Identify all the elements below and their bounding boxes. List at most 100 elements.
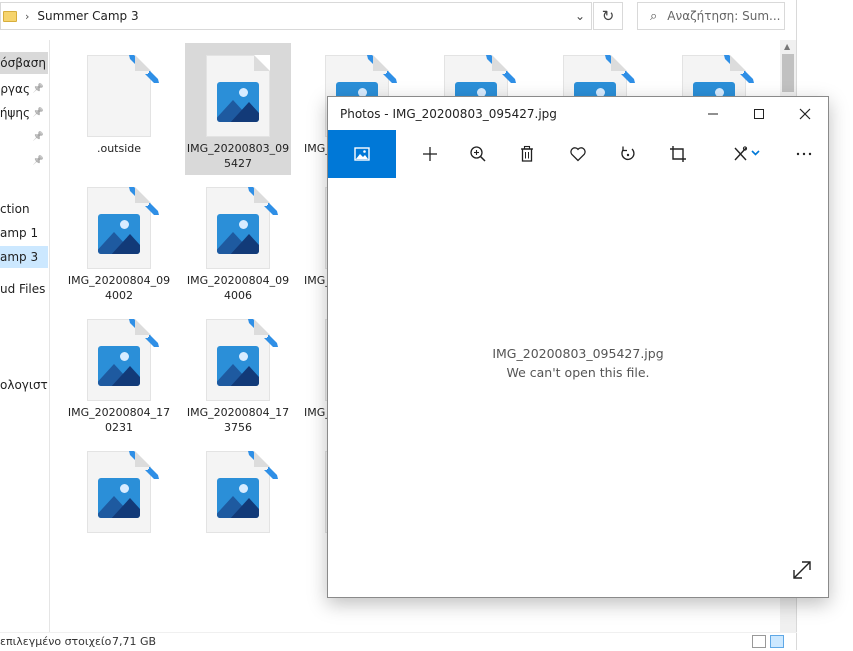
file-name: IMG_20200804_170231: [67, 406, 171, 434]
pin-icon: 📌: [32, 132, 44, 142]
file-item[interactable]: IMG_20200804_094002: [66, 175, 172, 307]
maximize-button[interactable]: [736, 97, 782, 130]
details-view-icon[interactable]: [752, 635, 766, 648]
sync-arrows-icon: [484, 52, 518, 86]
sync-arrows-icon: [127, 52, 161, 86]
navigation-pane: όσβασηεργας📌ήψης📌📌📌ctionamp 1amp 3ud Fil…: [0, 40, 50, 632]
nav-item-label: εργας: [0, 82, 30, 96]
window-title: Photos - IMG_20200803_095427.jpg: [340, 107, 557, 121]
document-icon: [87, 55, 159, 137]
nav-item[interactable]: 📌: [0, 150, 48, 172]
file-item[interactable]: .outside: [66, 43, 172, 175]
photo-glyph: [217, 478, 259, 518]
nav-item[interactable]: 📌: [0, 126, 48, 148]
large-icons-view-icon[interactable]: [770, 635, 784, 648]
sync-arrows-icon: [246, 448, 280, 482]
image-file-icon: [87, 319, 159, 401]
search-placeholder: Αναζήτηση: Sum...: [667, 9, 781, 23]
edit-draw-icon: [734, 146, 760, 161]
breadcrumb-summer-camp-3[interactable]: Summer Camp 3: [37, 9, 138, 23]
more-icon: [796, 152, 812, 156]
file-name: .outside: [96, 142, 142, 155]
photo-viewer-area: IMG_20200803_095427.jpg We can't open th…: [328, 178, 828, 597]
nav-item[interactable]: ήψης 📌: [0, 102, 48, 124]
file-item[interactable]: [66, 439, 172, 571]
search-icon: ⌕: [650, 8, 658, 24]
sync-arrows-icon: [722, 52, 756, 86]
image-icon: [354, 147, 370, 161]
nav-item[interactable]: amp 1: [0, 222, 48, 244]
file-item[interactable]: IMG_20200804_173756: [185, 307, 291, 439]
status-selected-text: επιλεγμένο στοιχείο: [0, 635, 112, 648]
address-bar[interactable]: › Summer Camp 3 ⌄: [0, 2, 592, 30]
file-name: IMG_20200804_094006: [186, 274, 290, 302]
edit-draw-button[interactable]: [724, 130, 770, 178]
favorite-button[interactable]: [556, 130, 600, 178]
nav-item-label: ολογιστή: [0, 378, 48, 392]
folder-icon: [3, 10, 17, 22]
crop-icon: [670, 146, 686, 162]
image-file-icon: [87, 187, 159, 269]
rotate-button[interactable]: [606, 130, 650, 178]
pin-icon: 📌: [32, 108, 44, 118]
image-file-icon: [206, 55, 270, 137]
status-bar: επιλεγμένο στοιχείο 7,71 GB: [0, 632, 797, 650]
image-file-icon: [206, 187, 278, 269]
chevron-right-icon: ›: [25, 9, 30, 23]
nav-item-label: όσβαση: [0, 56, 46, 70]
file-name: IMG_20200803_095427: [186, 142, 290, 170]
sync-arrows-icon: [603, 52, 637, 86]
file-name: IMG_20200804_094002: [67, 274, 171, 302]
close-icon: [799, 108, 811, 119]
image-file-icon: [206, 451, 278, 533]
nav-item[interactable]: amp 3: [0, 246, 48, 268]
view-switcher: [752, 635, 784, 648]
status-size-text: 7,71 GB: [112, 635, 157, 648]
add-to-button[interactable]: [408, 130, 452, 178]
photos-title-bar[interactable]: Photos - IMG_20200803_095427.jpg: [328, 97, 828, 130]
photo-glyph: [217, 346, 259, 386]
nav-item[interactable]: ολογιστή: [0, 374, 48, 396]
nav-item[interactable]: ction: [0, 198, 48, 220]
photo-glyph: [98, 346, 140, 386]
zoom-in-icon: [470, 146, 486, 162]
trash-icon: [521, 145, 533, 162]
expand-icon: [793, 561, 811, 579]
photo-glyph: [217, 82, 259, 122]
rotate-icon: [621, 146, 635, 161]
delete-button[interactable]: [505, 130, 549, 178]
view-image-button[interactable]: [328, 130, 396, 178]
nav-item[interactable]: όσβαση: [0, 52, 48, 74]
nav-item[interactable]: ud Files: [0, 278, 48, 300]
crop-button[interactable]: [656, 130, 700, 178]
file-item[interactable]: IMG_20200803_095427: [185, 43, 291, 175]
nav-item-label: amp 1: [0, 226, 39, 240]
scrollbar-thumb[interactable]: [782, 54, 794, 92]
nav-item[interactable]: εργας📌: [0, 78, 48, 100]
minimize-button[interactable]: [690, 97, 736, 130]
close-button[interactable]: [782, 97, 828, 130]
sync-arrows-icon: [127, 184, 161, 218]
more-options-button[interactable]: [782, 130, 826, 178]
chevron-down-icon[interactable]: ⌄: [575, 9, 585, 23]
search-input[interactable]: ⌕ Αναζήτηση: Sum...: [637, 2, 785, 30]
scroll-up-arrow-icon[interactable]: ▲: [784, 42, 790, 51]
fullscreen-button[interactable]: [790, 558, 814, 582]
plus-icon: [423, 147, 437, 161]
photo-glyph: [98, 214, 140, 254]
photo-glyph: [217, 214, 259, 254]
nav-item-label: ήψης: [0, 106, 30, 120]
maximize-icon: [754, 108, 764, 119]
error-filename: IMG_20200803_095427.jpg: [492, 346, 664, 361]
pin-icon: 📌: [32, 84, 44, 94]
refresh-button[interactable]: ↻: [593, 2, 623, 30]
image-file-icon: [206, 319, 278, 401]
file-item[interactable]: [185, 439, 291, 571]
error-message: We can't open this file.: [506, 365, 650, 380]
sync-arrows-icon: [365, 52, 399, 86]
sync-arrows-icon: [127, 316, 161, 350]
zoom-button[interactable]: [456, 130, 500, 178]
file-item[interactable]: IMG_20200804_170231: [66, 307, 172, 439]
sync-arrows-icon: [246, 184, 280, 218]
file-item[interactable]: IMG_20200804_094006: [185, 175, 291, 307]
